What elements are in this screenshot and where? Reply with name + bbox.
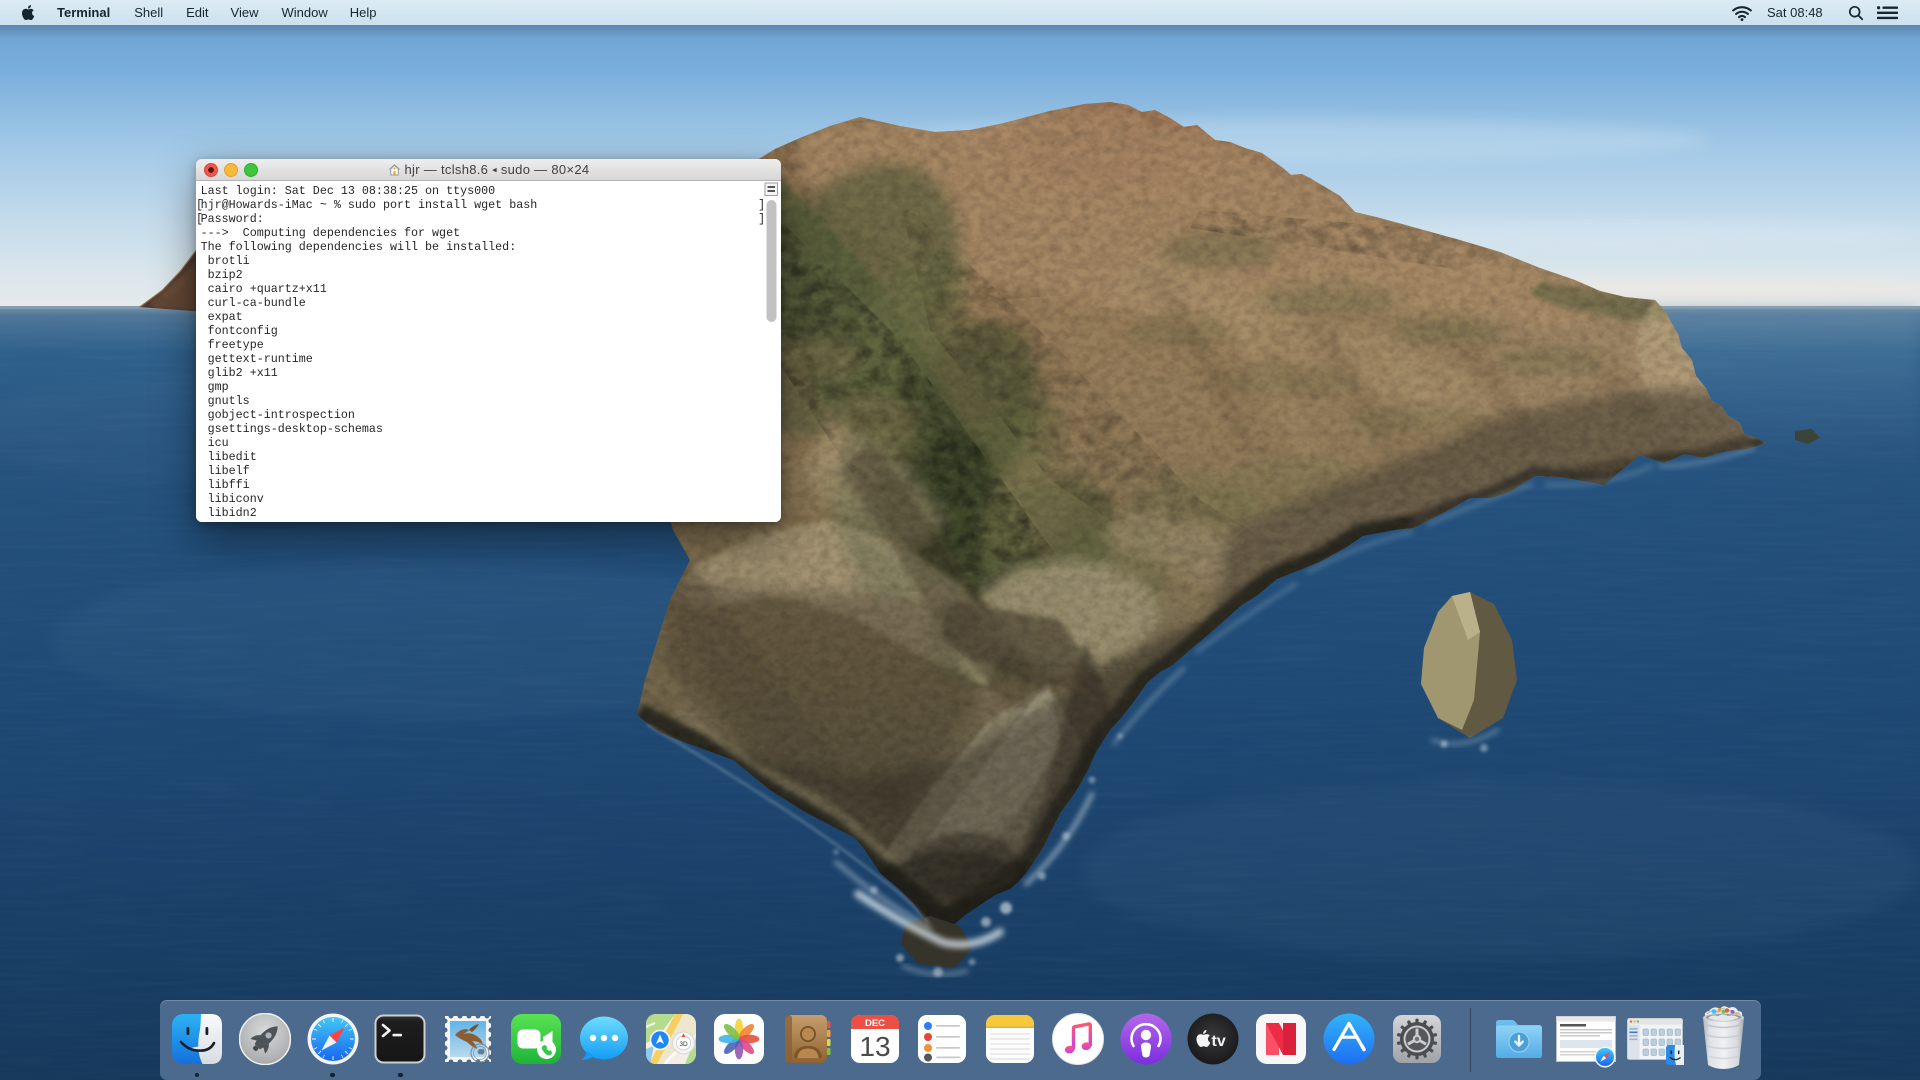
svg-text:3D: 3D (680, 1041, 689, 1048)
svg-text:DEC: DEC (864, 1018, 884, 1029)
svg-text:13: 13 (859, 1031, 890, 1062)
svg-text:tv: tv (1212, 1033, 1226, 1050)
